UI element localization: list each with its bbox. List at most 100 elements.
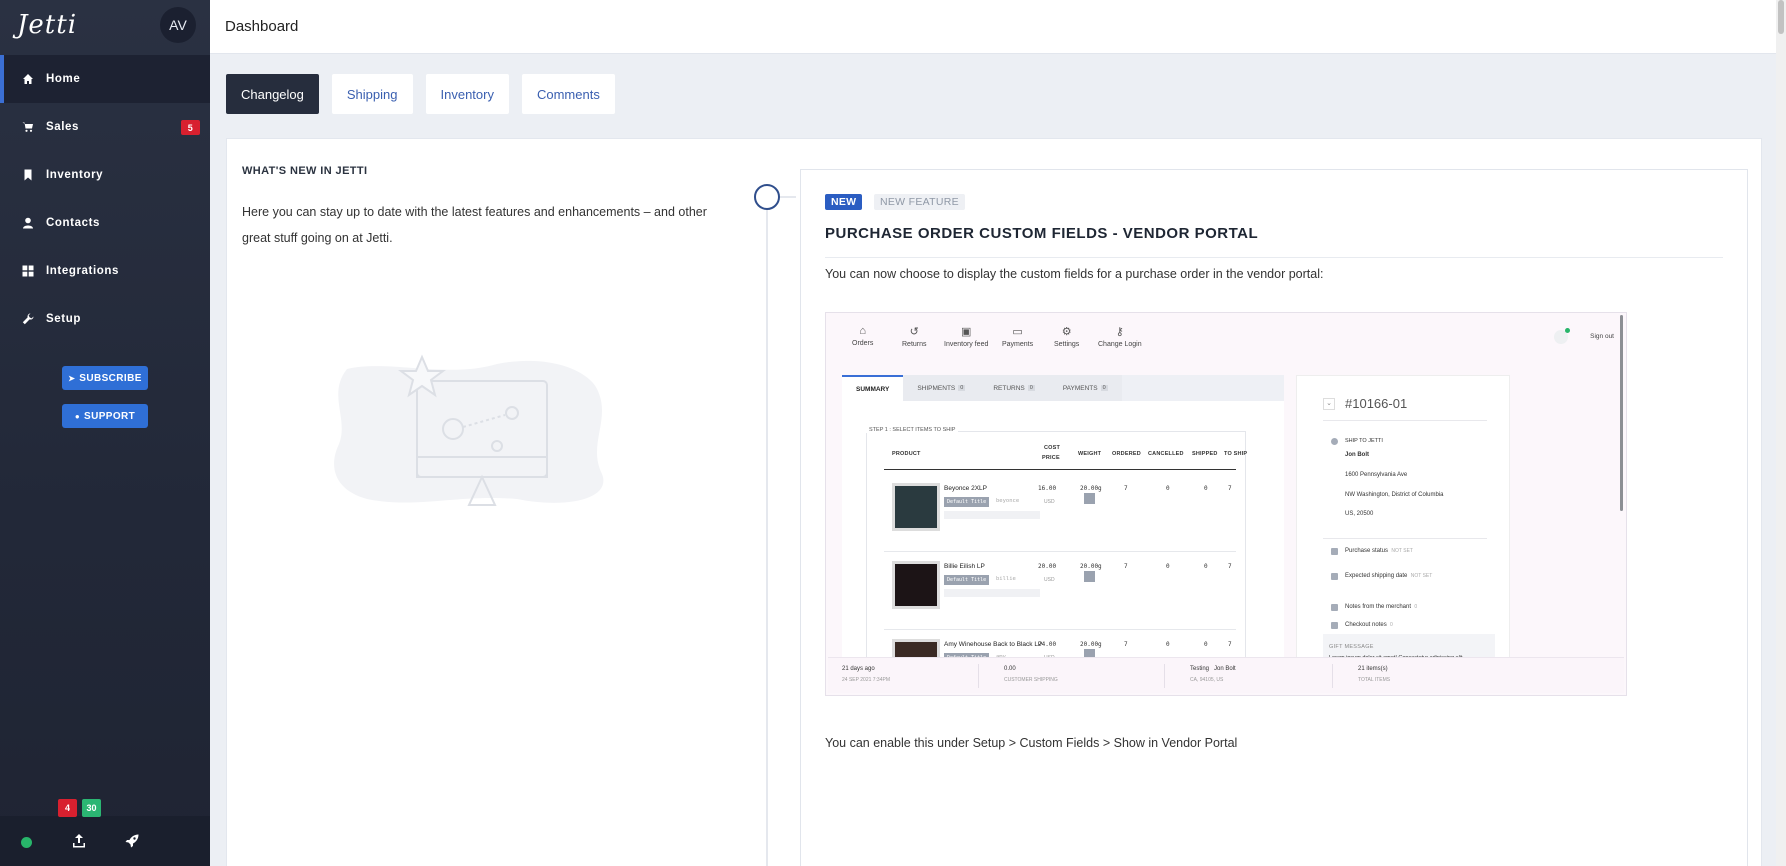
ship-to-street: 1600 Pennsylvania Ave bbox=[1345, 472, 1408, 478]
order-tabs: SUMMARY SHIPMENTS 0 RETURNS 0 PAYMENTS 0 bbox=[842, 375, 1122, 401]
home-icon: ⌂ bbox=[859, 325, 867, 337]
col-weight: WEIGHT bbox=[1078, 451, 1102, 457]
order-items-panel: SUMMARY SHIPMENTS 0 RETURNS 0 PAYMENTS 0 ST… bbox=[842, 375, 1284, 691]
portal-nav-inventory-feed: ▣ Inventory feed bbox=[944, 325, 988, 348]
portal-nav-settings: ⚙ Settings bbox=[1054, 325, 1079, 348]
purchase-status-value: NOT SET bbox=[1391, 548, 1413, 554]
entry-title: PURCHASE ORDER CUSTOM FIELDS - VENDOR PO… bbox=[825, 225, 1259, 242]
product-name: Billie Eilish LP bbox=[944, 563, 985, 570]
portal-nav-label: Payments bbox=[1002, 341, 1034, 348]
contact-location: CA, 94105, US bbox=[1190, 677, 1224, 683]
page-scrollbar[interactable] bbox=[1776, 0, 1786, 866]
jetti-logo[interactable]: Jetti bbox=[17, 10, 77, 40]
product-weight: 20.00g bbox=[1080, 641, 1102, 648]
subscribe-label: SUBSCRIBE bbox=[79, 372, 142, 384]
product-price: 24.00 bbox=[1038, 641, 1057, 648]
sidebar-item-label: Sales bbox=[46, 121, 80, 133]
whats-new-title: WHAT'S NEW IN JETTI bbox=[242, 165, 368, 177]
col-to-ship: TO SHIP bbox=[1224, 451, 1248, 457]
avatar[interactable]: AV bbox=[160, 7, 196, 43]
qty-ordered: 7 bbox=[1124, 641, 1128, 648]
user-icon bbox=[22, 217, 34, 229]
undo-icon: ↺ bbox=[909, 326, 919, 338]
portal-tab-label: PAYMENTS bbox=[1062, 384, 1098, 392]
new-badge: NEW bbox=[825, 194, 863, 210]
tab-comments[interactable]: Comments bbox=[521, 74, 615, 114]
order-number: #10166-01 bbox=[1345, 396, 1408, 411]
notification-icon bbox=[1554, 328, 1570, 344]
portal-tab-label: RETURNS bbox=[993, 384, 1025, 392]
status-indicator bbox=[21, 837, 32, 848]
footer-divider bbox=[978, 664, 979, 688]
chevron-down-icon: ⌄ bbox=[1323, 398, 1335, 410]
portal-tab-count: 0 bbox=[1027, 385, 1035, 391]
product-sku: beyonce bbox=[996, 498, 1020, 504]
order-date: 24 SEP 2021 7:34PM bbox=[842, 677, 890, 683]
expected-shipping: Expected shipping date NOT SET bbox=[1345, 573, 1432, 579]
footer-divider bbox=[1332, 664, 1333, 688]
purchase-status-label: Purchase status bbox=[1345, 548, 1389, 554]
portal-nav-label: Orders bbox=[852, 340, 874, 347]
sales-count-badge: 5 bbox=[181, 120, 200, 135]
note-icon bbox=[1331, 622, 1338, 629]
order-items-body: STEP 1 : SELECT ITEMS TO SHIP PRODUCT CO… bbox=[842, 401, 1284, 691]
portal-tab-label: SHIPMENTS bbox=[917, 384, 956, 392]
footer-divider bbox=[1164, 664, 1165, 688]
contact-name: Jon Bolt bbox=[1214, 666, 1236, 672]
qty-shipped: 0 bbox=[1204, 641, 1208, 648]
qty-cancelled: 0 bbox=[1166, 641, 1170, 648]
merchant-notes-count: 0 bbox=[1414, 604, 1418, 610]
gear-icon: ⚙ bbox=[1061, 326, 1072, 338]
rocket-icon[interactable] bbox=[124, 833, 140, 849]
portal-nav-label: Returns bbox=[902, 341, 927, 348]
ship-to-zip: US, 20500 bbox=[1345, 511, 1374, 517]
merchant-notes-label: Notes from the merchant bbox=[1345, 604, 1412, 610]
sidebar-item-sales[interactable]: Sales 5 bbox=[0, 103, 210, 151]
support-label: SUPPORT bbox=[84, 410, 136, 422]
support-button[interactable]: ● SUPPORT bbox=[62, 404, 148, 428]
checkout-notes-count: 0 bbox=[1390, 622, 1393, 628]
total-items-label: TOTAL ITEMS bbox=[1358, 677, 1391, 683]
col-shipped: SHIPPED bbox=[1192, 451, 1218, 457]
portal-nav-returns: ↺ Returns bbox=[902, 325, 927, 348]
timeline-dot bbox=[754, 184, 780, 210]
upload-icon[interactable]: 4 30 bbox=[58, 799, 101, 849]
qty-shipped: 0 bbox=[1204, 485, 1208, 492]
entry-footer-text: You can enable this under Setup > Custom… bbox=[825, 736, 1238, 750]
sidebar-item-contacts[interactable]: Contacts bbox=[0, 199, 210, 247]
bookmark-icon bbox=[22, 169, 34, 181]
entry-text: You can now choose to display the custom… bbox=[825, 267, 1324, 281]
portal-tab-summary: SUMMARY bbox=[842, 375, 904, 401]
variant-tag: Default Title bbox=[944, 497, 990, 507]
tab-shipping[interactable]: Shipping bbox=[331, 74, 413, 114]
subscribe-button[interactable]: ➤ SUBSCRIBE bbox=[62, 366, 148, 390]
col-cost: COST bbox=[1044, 445, 1061, 451]
portal-nav-label: Inventory feed bbox=[944, 341, 989, 348]
help-icon: ● bbox=[74, 411, 81, 421]
user-icon bbox=[1331, 438, 1338, 445]
home-icon bbox=[22, 73, 34, 85]
expected-shipping-label: Expected shipping date bbox=[1345, 573, 1408, 579]
order-details-panel: ⌄ #10166-01 SHIP TO JETTI Jon Bolt 1600 … bbox=[1296, 375, 1510, 676]
tab-inventory[interactable]: Inventory bbox=[425, 74, 509, 114]
news-illustration bbox=[334, 354, 604, 506]
sidebar-item-setup[interactable]: Setup bbox=[0, 295, 210, 343]
table-row: Beyonce 2XLP Default Title beyonce 16.00… bbox=[884, 473, 1236, 551]
currency: USD bbox=[1044, 499, 1055, 505]
sidebar-item-home[interactable]: Home bbox=[0, 55, 210, 103]
table-row: Billie Eilish LP Default Title billie 20… bbox=[884, 551, 1236, 629]
calendar-icon bbox=[1331, 573, 1338, 580]
ship-to-city: NW Washington, District of Columbia bbox=[1345, 492, 1444, 498]
header-divider bbox=[884, 469, 1236, 470]
sidebar-item-inventory[interactable]: Inventory bbox=[0, 151, 210, 199]
portal-nav: ⌂ Orders ↺ Returns ▣ Inventory feed ▭ Paymen… bbox=[826, 313, 1626, 365]
product-price: 20.00 bbox=[1038, 563, 1057, 570]
product-price: 16.00 bbox=[1038, 485, 1057, 492]
dashboard-tabs: Changelog Shipping Inventory Comments bbox=[226, 74, 615, 114]
scrollbar-thumb[interactable] bbox=[1778, 0, 1784, 34]
weight-edit-icon bbox=[1084, 571, 1095, 582]
sidebar-item-integrations[interactable]: Integrations bbox=[0, 247, 210, 295]
jobs-count-badge: 30 bbox=[82, 799, 101, 817]
tab-changelog[interactable]: Changelog bbox=[226, 74, 319, 114]
qty-to-ship: 7 bbox=[1228, 563, 1232, 570]
